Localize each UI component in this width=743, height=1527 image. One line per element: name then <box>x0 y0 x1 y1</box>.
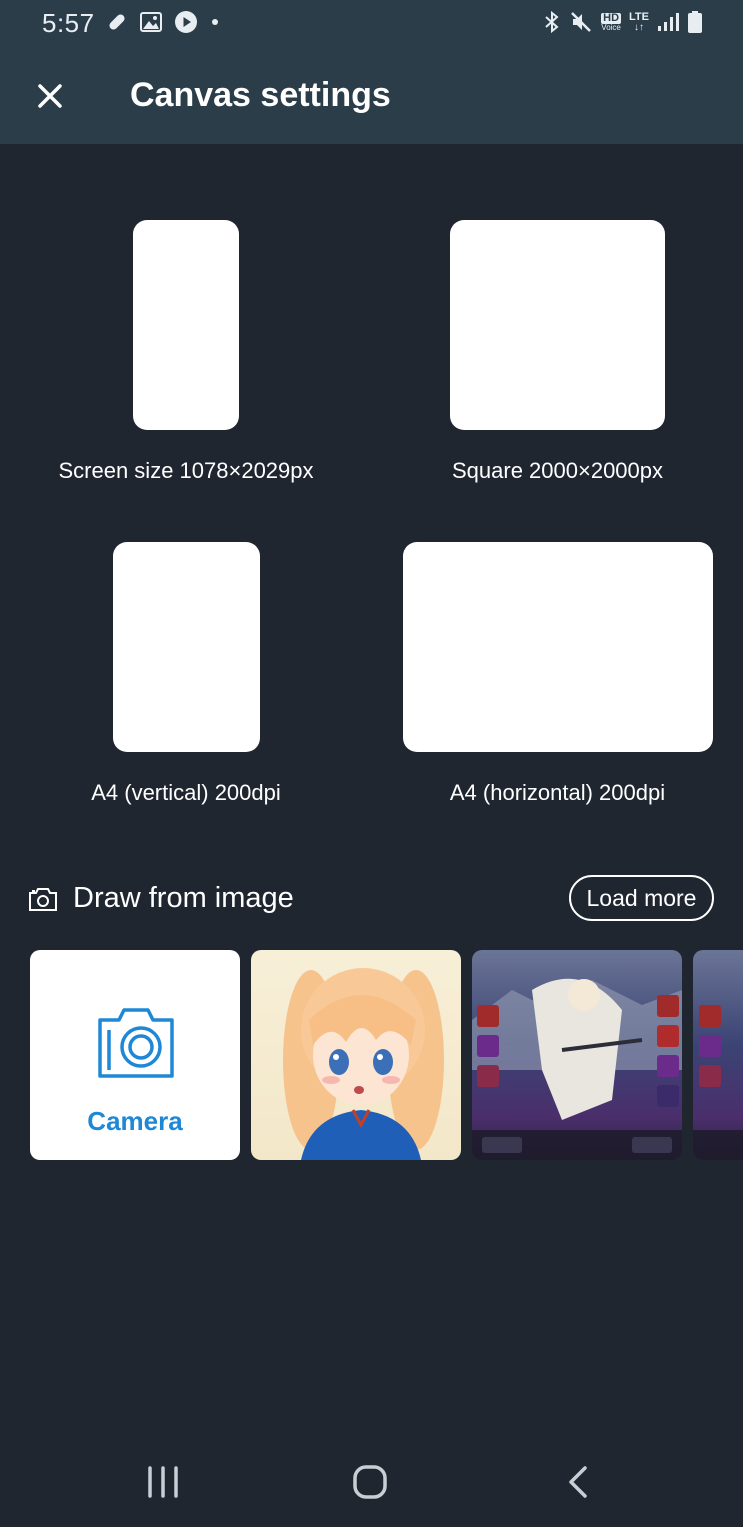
preset-square-label: Square 2000×2000px <box>451 458 664 483</box>
anime-character-image <box>283 968 444 1160</box>
gallery-thumbnail-game-2[interactable] <box>693 950 743 1160</box>
game-screenshot-image <box>472 978 682 1160</box>
preset-a4-vertical[interactable]: A4 (vertical) 200dpi <box>30 542 342 822</box>
battery-icon <box>688 11 702 33</box>
bluetooth-icon <box>545 10 559 34</box>
gallery-thumbnail-game[interactable] <box>472 950 682 1160</box>
camera-label: Camera <box>87 1106 183 1136</box>
status-left-icons <box>106 10 220 34</box>
status-bar: 5:57 HD Voice LTE ↓↑ <box>0 0 743 46</box>
camera-outline-icon <box>29 888 57 911</box>
preset-a4-vertical-label: A4 (vertical) 200dpi <box>91 780 281 805</box>
lte-arrows: ↓↑ <box>634 21 645 33</box>
load-more-button[interactable]: Load more <box>569 875 714 921</box>
back-icon[interactable] <box>563 1464 593 1500</box>
canvas-settings-screen: 5:57 HD Voice LTE ↓↑ Canvas settings Scr… <box>0 0 743 1527</box>
status-right-icons: HD Voice LTE ↓↑ <box>543 10 703 34</box>
close-icon[interactable] <box>30 76 70 116</box>
preset-a4-horizontal-shape <box>403 542 713 752</box>
preset-square-shape <box>450 220 665 430</box>
preset-a4-horizontal-label: A4 (horizontal) 200dpi <box>449 780 666 805</box>
home-icon[interactable] <box>352 1464 388 1500</box>
game-screenshot-image-2 <box>693 1005 743 1160</box>
preset-square[interactable]: Square 2000×2000px <box>400 220 715 500</box>
preset-a4-vertical-shape <box>113 542 260 752</box>
camera-icon <box>98 1008 174 1078</box>
hd-label: HD <box>601 11 622 24</box>
hd-voice-icon: HD Voice <box>601 11 622 32</box>
play-icon <box>175 11 197 33</box>
mute-icon <box>571 12 592 32</box>
gallery-thumbnail-anime[interactable] <box>251 950 461 1160</box>
preset-screen-size[interactable]: Screen size 1078×2029px <box>30 220 342 500</box>
recent-apps-icon[interactable] <box>146 1464 180 1500</box>
voice-label: Voice <box>601 22 621 32</box>
preset-a4-horizontal[interactable]: A4 (horizontal) 200dpi <box>400 542 715 822</box>
dot-icon <box>212 19 218 25</box>
lte-icon: LTE ↓↑ <box>629 10 649 33</box>
preset-screen-size-label: Screen size 1078×2029px <box>58 458 314 483</box>
image-icon <box>140 12 162 32</box>
app-bar: Canvas settings <box>0 46 743 144</box>
camera-tile[interactable]: Camera <box>30 950 240 1160</box>
status-time: 5:57 <box>42 8 95 38</box>
bandage-icon <box>109 14 125 30</box>
signal-icon <box>658 13 679 31</box>
draw-from-image-title: Draw from image <box>73 882 294 914</box>
navigation-bar <box>0 1440 743 1527</box>
lte-label: LTE <box>629 10 649 23</box>
preset-screen-size-shape <box>133 220 239 430</box>
page-title: Canvas settings <box>130 76 391 114</box>
